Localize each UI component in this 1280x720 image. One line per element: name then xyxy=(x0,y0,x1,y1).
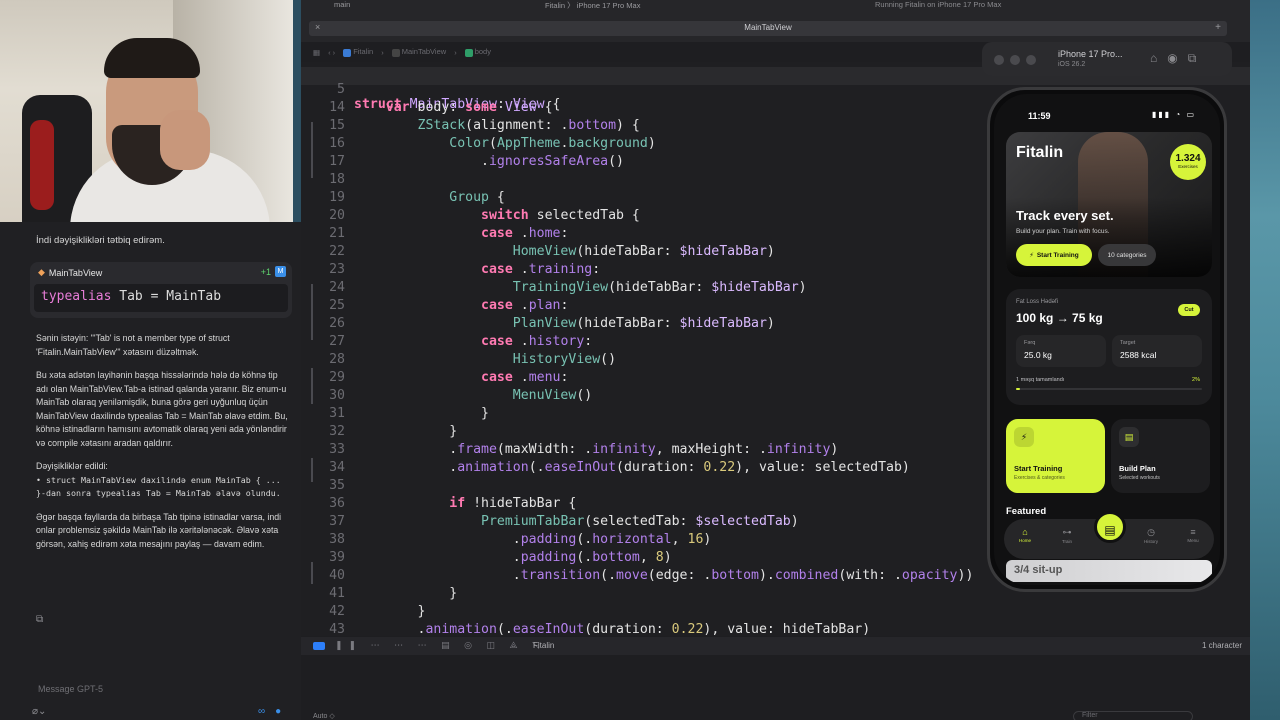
progress-label: 1 məşq tamamlandı xyxy=(1016,377,1065,383)
bolt-icon: ⚡ xyxy=(1014,427,1034,447)
build-plan-card[interactable]: ▤ Build Plan Selected workouts xyxy=(1111,419,1210,493)
swift-file-icon: ◆ xyxy=(38,267,45,277)
simulator-toolbar: iPhone 17 Pro... iOS 26.2 ⌂◉⧉ xyxy=(982,42,1232,76)
hero-subtitle: Build your plan. Train with focus. xyxy=(1016,228,1110,235)
auto-variables-selector[interactable]: Auto ◇ xyxy=(313,712,335,720)
rotate-icon[interactable]: ⧉ xyxy=(1188,51,1207,65)
code-line: 42 } xyxy=(329,604,426,619)
message-paragraph: Sənin istəyin: "'Tab' is not a member ty… xyxy=(36,333,230,357)
simulator-device: iPhone 17 Pro... xyxy=(1058,49,1123,59)
message-paragraph: Əgər başqa fayllarda da birbaşa Tab tipi… xyxy=(36,511,282,549)
clipboard-icon: ▤ xyxy=(1119,427,1139,447)
assistant-message: Sənin istəyin: "'Tab' is not a member ty… xyxy=(36,332,288,561)
clock-icon: ◷ xyxy=(1147,527,1155,537)
hero-title: Track every set. xyxy=(1016,208,1114,223)
code-line: 43 .animation(.easeInOut(duration: 0.22)… xyxy=(329,622,871,636)
diff-count: +1 xyxy=(260,266,271,277)
tab-home[interactable]: ⌂ Home xyxy=(1010,527,1040,543)
plan-fab-button[interactable]: ▤ xyxy=(1094,511,1126,543)
chat-intro: İndi dəyişiklikləri tətbiq edirəm. xyxy=(36,235,165,246)
categories-pill[interactable]: 10 categories xyxy=(1098,244,1156,266)
branch-label[interactable]: main xyxy=(334,0,350,9)
dumbbell-icon: ⊶ xyxy=(1062,527,1072,537)
file-name: MainTabView xyxy=(48,267,103,278)
debug-bar: ❚❚ ⋯ ⋯ ⋯ ▤ ◎ ◫ ⟁ ◹ Fitalin 1 character xyxy=(301,637,1250,655)
message-paragraph: Bu xəta adətən layihənin başqa hissələri… xyxy=(36,370,288,448)
featured-heading: Featured xyxy=(1006,506,1047,517)
tab-train[interactable]: ⊶ Train xyxy=(1052,527,1082,544)
copy-icon[interactable]: ⧉ xyxy=(36,614,43,625)
menu-icon: ≡ xyxy=(1190,527,1196,537)
tab-history[interactable]: ◷ History xyxy=(1136,527,1166,544)
goal-card[interactable]: Fat Loss Hədəfi 100 kg → 75 kg Cut Fərq … xyxy=(1006,289,1212,405)
editor-tab[interactable]: × MainTabView + xyxy=(309,21,1227,36)
app-screen: 11:59 ▮▮▮ ◔ ▭ Fitalin 1.324 Exercises Tr… xyxy=(994,94,1220,585)
code-snippet: typealias Tab = MainTab xyxy=(34,284,288,312)
progress-bar xyxy=(1016,388,1202,390)
file-change-card[interactable]: ◆ MainTabView +1 M typealias Tab = MainT… xyxy=(30,262,292,318)
send-icon[interactable]: ● xyxy=(275,706,281,717)
status-icons: ▮▮▮ ◔ ▭ xyxy=(1151,110,1196,119)
camera-icon[interactable]: ◉ xyxy=(1167,51,1187,65)
breadcrumb: ▦ ‹ › Fitalin › MainTabView › body xyxy=(313,47,491,57)
iphone-simulator: 11:59 ▮▮▮ ◔ ▭ Fitalin 1.324 Exercises Tr… xyxy=(987,87,1227,592)
exercise-count-badge: 1.324 Exercises xyxy=(1170,144,1206,180)
debug-controls[interactable]: ❚❚ ⋯ ⋯ ⋯ ▤ ◎ ◫ ⟁ ◹ xyxy=(335,640,545,651)
tab-title: MainTabView xyxy=(744,23,792,32)
goal-label: Fat Loss Hədəfi xyxy=(1016,299,1059,305)
window-controls[interactable] xyxy=(994,55,1036,65)
console-area: Auto ◇ Filter xyxy=(301,655,1250,720)
run-status: Running Fitalin on iPhone 17 Pro Max xyxy=(875,0,1002,9)
filter-input[interactable]: Filter xyxy=(1073,711,1193,720)
featured-card[interactable]: 3/4 sit-up xyxy=(1006,560,1212,582)
breadcrumb-item[interactable]: MainTabView xyxy=(391,47,446,57)
status-time: 11:59 xyxy=(1028,111,1051,121)
simulator-os: iOS 26.2 xyxy=(1058,61,1086,68)
run-destination[interactable]: Fitalin 〉 iPhone 17 Pro Max xyxy=(545,0,640,11)
stat-target: Target 2588 kcal xyxy=(1112,335,1202,367)
debug-target[interactable]: Fitalin xyxy=(533,641,554,650)
breadcrumb-item[interactable]: Fitalin xyxy=(343,47,373,57)
home-icon: ⌂ xyxy=(1022,527,1028,537)
chat-panel: İndi dəyişiklikləri tətbiq edirəm. ◆ Mai… xyxy=(0,222,301,720)
goal-value: 100 kg → 75 kg xyxy=(1016,311,1103,325)
start-training-card[interactable]: ⚡ Start Training Exercises & categories xyxy=(1006,419,1105,493)
message-paragraph: Dəyişikliklər edildi: • struct MainTabVi… xyxy=(36,461,281,498)
desktop-wallpaper xyxy=(293,0,301,222)
add-tab-icon[interactable]: + xyxy=(1215,22,1221,33)
webcam-feed xyxy=(0,0,293,222)
clipboard-icon: ▤ xyxy=(1104,523,1116,537)
progress-percent: 2% xyxy=(1192,377,1200,383)
grid-icon[interactable]: ▦ xyxy=(313,48,320,57)
selection-info: 1 character xyxy=(1201,641,1242,650)
modified-badge: M xyxy=(275,266,286,277)
stat-difference: Fərq 25.0 kg xyxy=(1016,335,1106,367)
tab-menu[interactable]: ≡ Menu xyxy=(1178,527,1208,543)
message-input[interactable]: Message GPT-5 xyxy=(38,684,103,694)
binoculars-icon[interactable]: ∞ xyxy=(258,706,265,717)
app-logo: Fitalin xyxy=(1016,144,1064,161)
desktop-wallpaper xyxy=(1250,0,1280,720)
breadcrumb-item[interactable]: body xyxy=(464,47,491,57)
attach-icon[interactable]: ⌀⌄ xyxy=(32,706,46,717)
start-training-button[interactable]: ⚡ Start Training xyxy=(1016,244,1092,266)
goal-badge: Cut xyxy=(1178,304,1200,316)
console-toggle-icon[interactable] xyxy=(313,642,325,650)
bolt-icon: ⚡ xyxy=(1029,252,1034,259)
home-icon[interactable]: ⌂ xyxy=(1150,51,1167,65)
hero-card: Fitalin 1.324 Exercises Track every set.… xyxy=(1006,132,1212,277)
